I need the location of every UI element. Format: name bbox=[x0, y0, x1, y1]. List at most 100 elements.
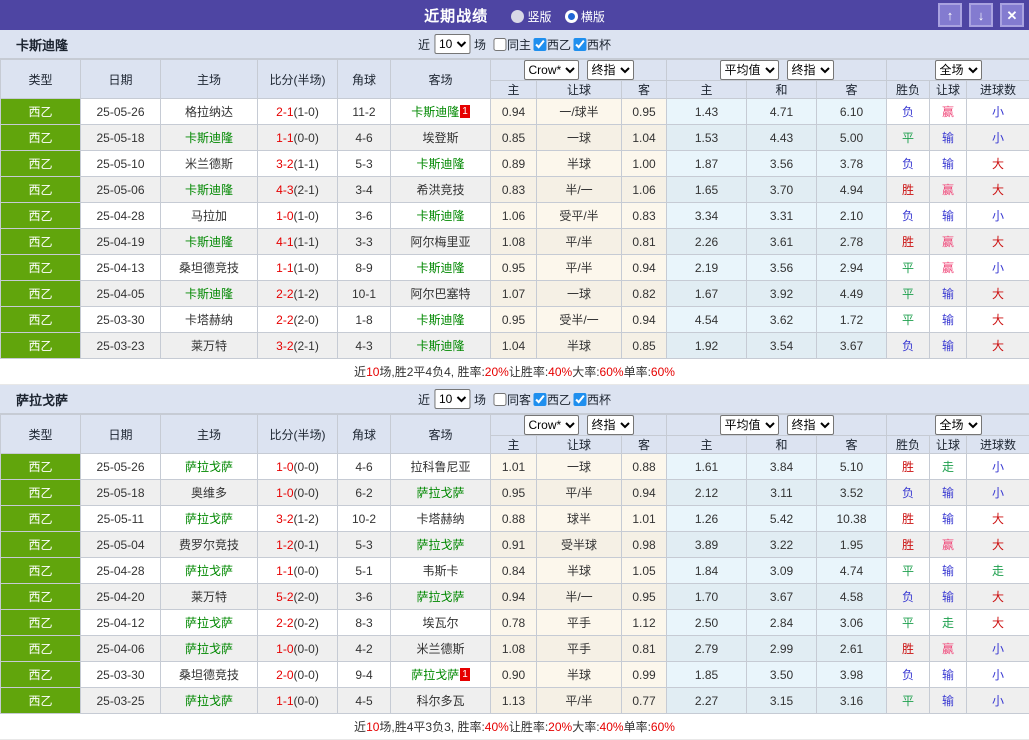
result-goals-cell: 小 bbox=[967, 688, 1029, 714]
team-name-text: 卡塔赫纳 bbox=[185, 313, 233, 327]
score-cell: 1-0(0-0) bbox=[258, 454, 338, 480]
horizontal-layout-radio[interactable] bbox=[565, 10, 578, 23]
cup-checkbox[interactable] bbox=[573, 393, 586, 406]
crow-odds-cell: 0.98 bbox=[622, 532, 667, 558]
away-team-cell: 卡斯迪隆 bbox=[391, 307, 491, 333]
final-index-select-2[interactable]: 终指 bbox=[787, 415, 834, 435]
move-up-button[interactable]: ↑ bbox=[938, 3, 962, 27]
final-index-select[interactable]: 终指 bbox=[587, 415, 634, 435]
crow-select[interactable]: Crow* bbox=[524, 60, 579, 80]
average-select[interactable]: 平均值 bbox=[720, 60, 779, 80]
halftime-score: (2-1) bbox=[294, 183, 319, 197]
sub-column-header: 进球数 bbox=[967, 436, 1029, 454]
corner-cell: 3-4 bbox=[338, 177, 391, 203]
result-handicap-cell: 输 bbox=[930, 506, 967, 532]
result-handicap-cell: 输 bbox=[930, 688, 967, 714]
average-select[interactable]: 平均值 bbox=[720, 415, 779, 435]
league-checkbox[interactable] bbox=[533, 38, 546, 51]
result-goals-cell: 大 bbox=[967, 506, 1029, 532]
same-venue-checkbox[interactable] bbox=[493, 393, 506, 406]
header-row-selects: 类型日期主场比分(半场)角球客场Crow*终指平均值终指全场 bbox=[1, 415, 1029, 436]
result-goals-cell: 小 bbox=[967, 125, 1029, 151]
result-wdl-cell: 胜 bbox=[887, 229, 930, 255]
team-name-text: 卡斯迪隆 bbox=[416, 339, 464, 353]
summary-label: 大率: bbox=[572, 363, 599, 380]
team-name-text: 米兰德斯 bbox=[416, 642, 464, 656]
handicap-cell: 一球 bbox=[537, 454, 622, 480]
date-cell: 25-03-23 bbox=[81, 333, 161, 359]
result-goals-cell: 大 bbox=[967, 151, 1029, 177]
league-checkbox[interactable] bbox=[533, 393, 546, 406]
league-cell: 西乙 bbox=[1, 584, 81, 610]
final-index-select[interactable]: 终指 bbox=[587, 60, 634, 80]
home-team-cell: 萨拉戈萨 bbox=[161, 454, 258, 480]
halftime-score: (1-0) bbox=[294, 209, 319, 223]
match-row: 西乙25-05-04费罗尔竞技1-2(0-1)5-3萨拉戈萨0.91受半球0.9… bbox=[1, 532, 1029, 558]
sub-column-header: 和 bbox=[747, 436, 817, 454]
crow-odds-cell: 1.13 bbox=[491, 688, 537, 714]
average-odds-cell: 2.61 bbox=[817, 636, 887, 662]
away-team-cell: 卡斯迪隆 bbox=[391, 203, 491, 229]
crow-odds-cell: 0.91 bbox=[491, 532, 537, 558]
average-odds-cell: 2.50 bbox=[667, 610, 747, 636]
crow-odds-cell: 1.04 bbox=[491, 333, 537, 359]
summary-label: 场,胜4平3负3, 胜率: bbox=[379, 718, 484, 735]
home-team-cell: 萨拉戈萨 bbox=[161, 506, 258, 532]
select-group-box: 全场 bbox=[887, 415, 1029, 435]
crow-odds-cell: 0.88 bbox=[622, 454, 667, 480]
average-odds-cell: 3.62 bbox=[747, 307, 817, 333]
home-team-cell: 卡塔赫纳 bbox=[161, 307, 258, 333]
summary-value: 40% bbox=[485, 720, 509, 734]
match-row: 西乙25-04-12萨拉戈萨2-2(0-2)8-3埃瓦尔0.78平手1.122.… bbox=[1, 610, 1029, 636]
crow-odds-cell: 0.94 bbox=[491, 584, 537, 610]
vertical-layout-radio[interactable] bbox=[511, 10, 524, 23]
crow-select[interactable]: Crow* bbox=[524, 415, 579, 435]
summary-label: 单率: bbox=[624, 718, 651, 735]
final-index-select-2[interactable]: 终指 bbox=[787, 60, 834, 80]
team-name-text: 阿尔梅里亚 bbox=[410, 235, 470, 249]
halftime-score: (1-2) bbox=[294, 287, 319, 301]
average-odds-cell: 1.26 bbox=[667, 506, 747, 532]
league-cell: 西乙 bbox=[1, 255, 81, 281]
average-odds-cell: 2.94 bbox=[817, 255, 887, 281]
result-handicap-cell: 输 bbox=[930, 480, 967, 506]
full-match-select[interactable]: 全场 bbox=[935, 60, 982, 80]
same-venue-label: 同主 bbox=[507, 36, 531, 53]
halftime-score: (2-0) bbox=[294, 313, 319, 327]
cup-checkbox[interactable] bbox=[573, 38, 586, 51]
average-odds-cell: 1.95 bbox=[817, 532, 887, 558]
average-odds-cell: 3.34 bbox=[667, 203, 747, 229]
recent-count-select[interactable]: 10 bbox=[434, 34, 470, 54]
away-team-cell: 科尔多瓦 bbox=[391, 688, 491, 714]
header-select-group: Crow* 终指 bbox=[491, 415, 667, 436]
home-team-cell: 马拉加 bbox=[161, 203, 258, 229]
column-header: 日期 bbox=[81, 60, 161, 99]
result-wdl-cell: 负 bbox=[887, 151, 930, 177]
league-cell: 西乙 bbox=[1, 532, 81, 558]
date-cell: 25-05-18 bbox=[81, 480, 161, 506]
crow-odds-cell: 1.12 bbox=[622, 610, 667, 636]
corner-cell: 8-9 bbox=[338, 255, 391, 281]
crow-odds-cell: 0.81 bbox=[622, 229, 667, 255]
recent-count-select[interactable]: 10 bbox=[434, 389, 470, 409]
close-button[interactable]: ✕ bbox=[1000, 3, 1024, 27]
team-name-text: 萨拉戈萨 bbox=[185, 564, 233, 578]
score-cell: 1-1(0-0) bbox=[258, 688, 338, 714]
away-team-cell: 卡斯迪隆1 bbox=[391, 99, 491, 125]
team-name-text: 萨拉戈萨 bbox=[185, 512, 233, 526]
average-odds-cell: 3.98 bbox=[817, 662, 887, 688]
home-team-cell: 莱万特 bbox=[161, 333, 258, 359]
average-odds-cell: 1.70 bbox=[667, 584, 747, 610]
corner-cell: 10-2 bbox=[338, 506, 391, 532]
corner-cell: 5-1 bbox=[338, 558, 391, 584]
same-venue-checkbox[interactable] bbox=[493, 38, 506, 51]
league-cell: 西乙 bbox=[1, 203, 81, 229]
header-select-group: 平均值终指 bbox=[667, 60, 887, 81]
away-team-cell: 萨拉戈萨1 bbox=[391, 662, 491, 688]
crow-odds-cell: 0.84 bbox=[491, 558, 537, 584]
handicap-cell: 平/半 bbox=[537, 480, 622, 506]
full-match-select[interactable]: 全场 bbox=[935, 415, 982, 435]
team-name-text: 卡斯迪隆 bbox=[185, 183, 233, 197]
score-cell: 1-0(1-0) bbox=[258, 203, 338, 229]
move-down-button[interactable]: ↓ bbox=[969, 3, 993, 27]
